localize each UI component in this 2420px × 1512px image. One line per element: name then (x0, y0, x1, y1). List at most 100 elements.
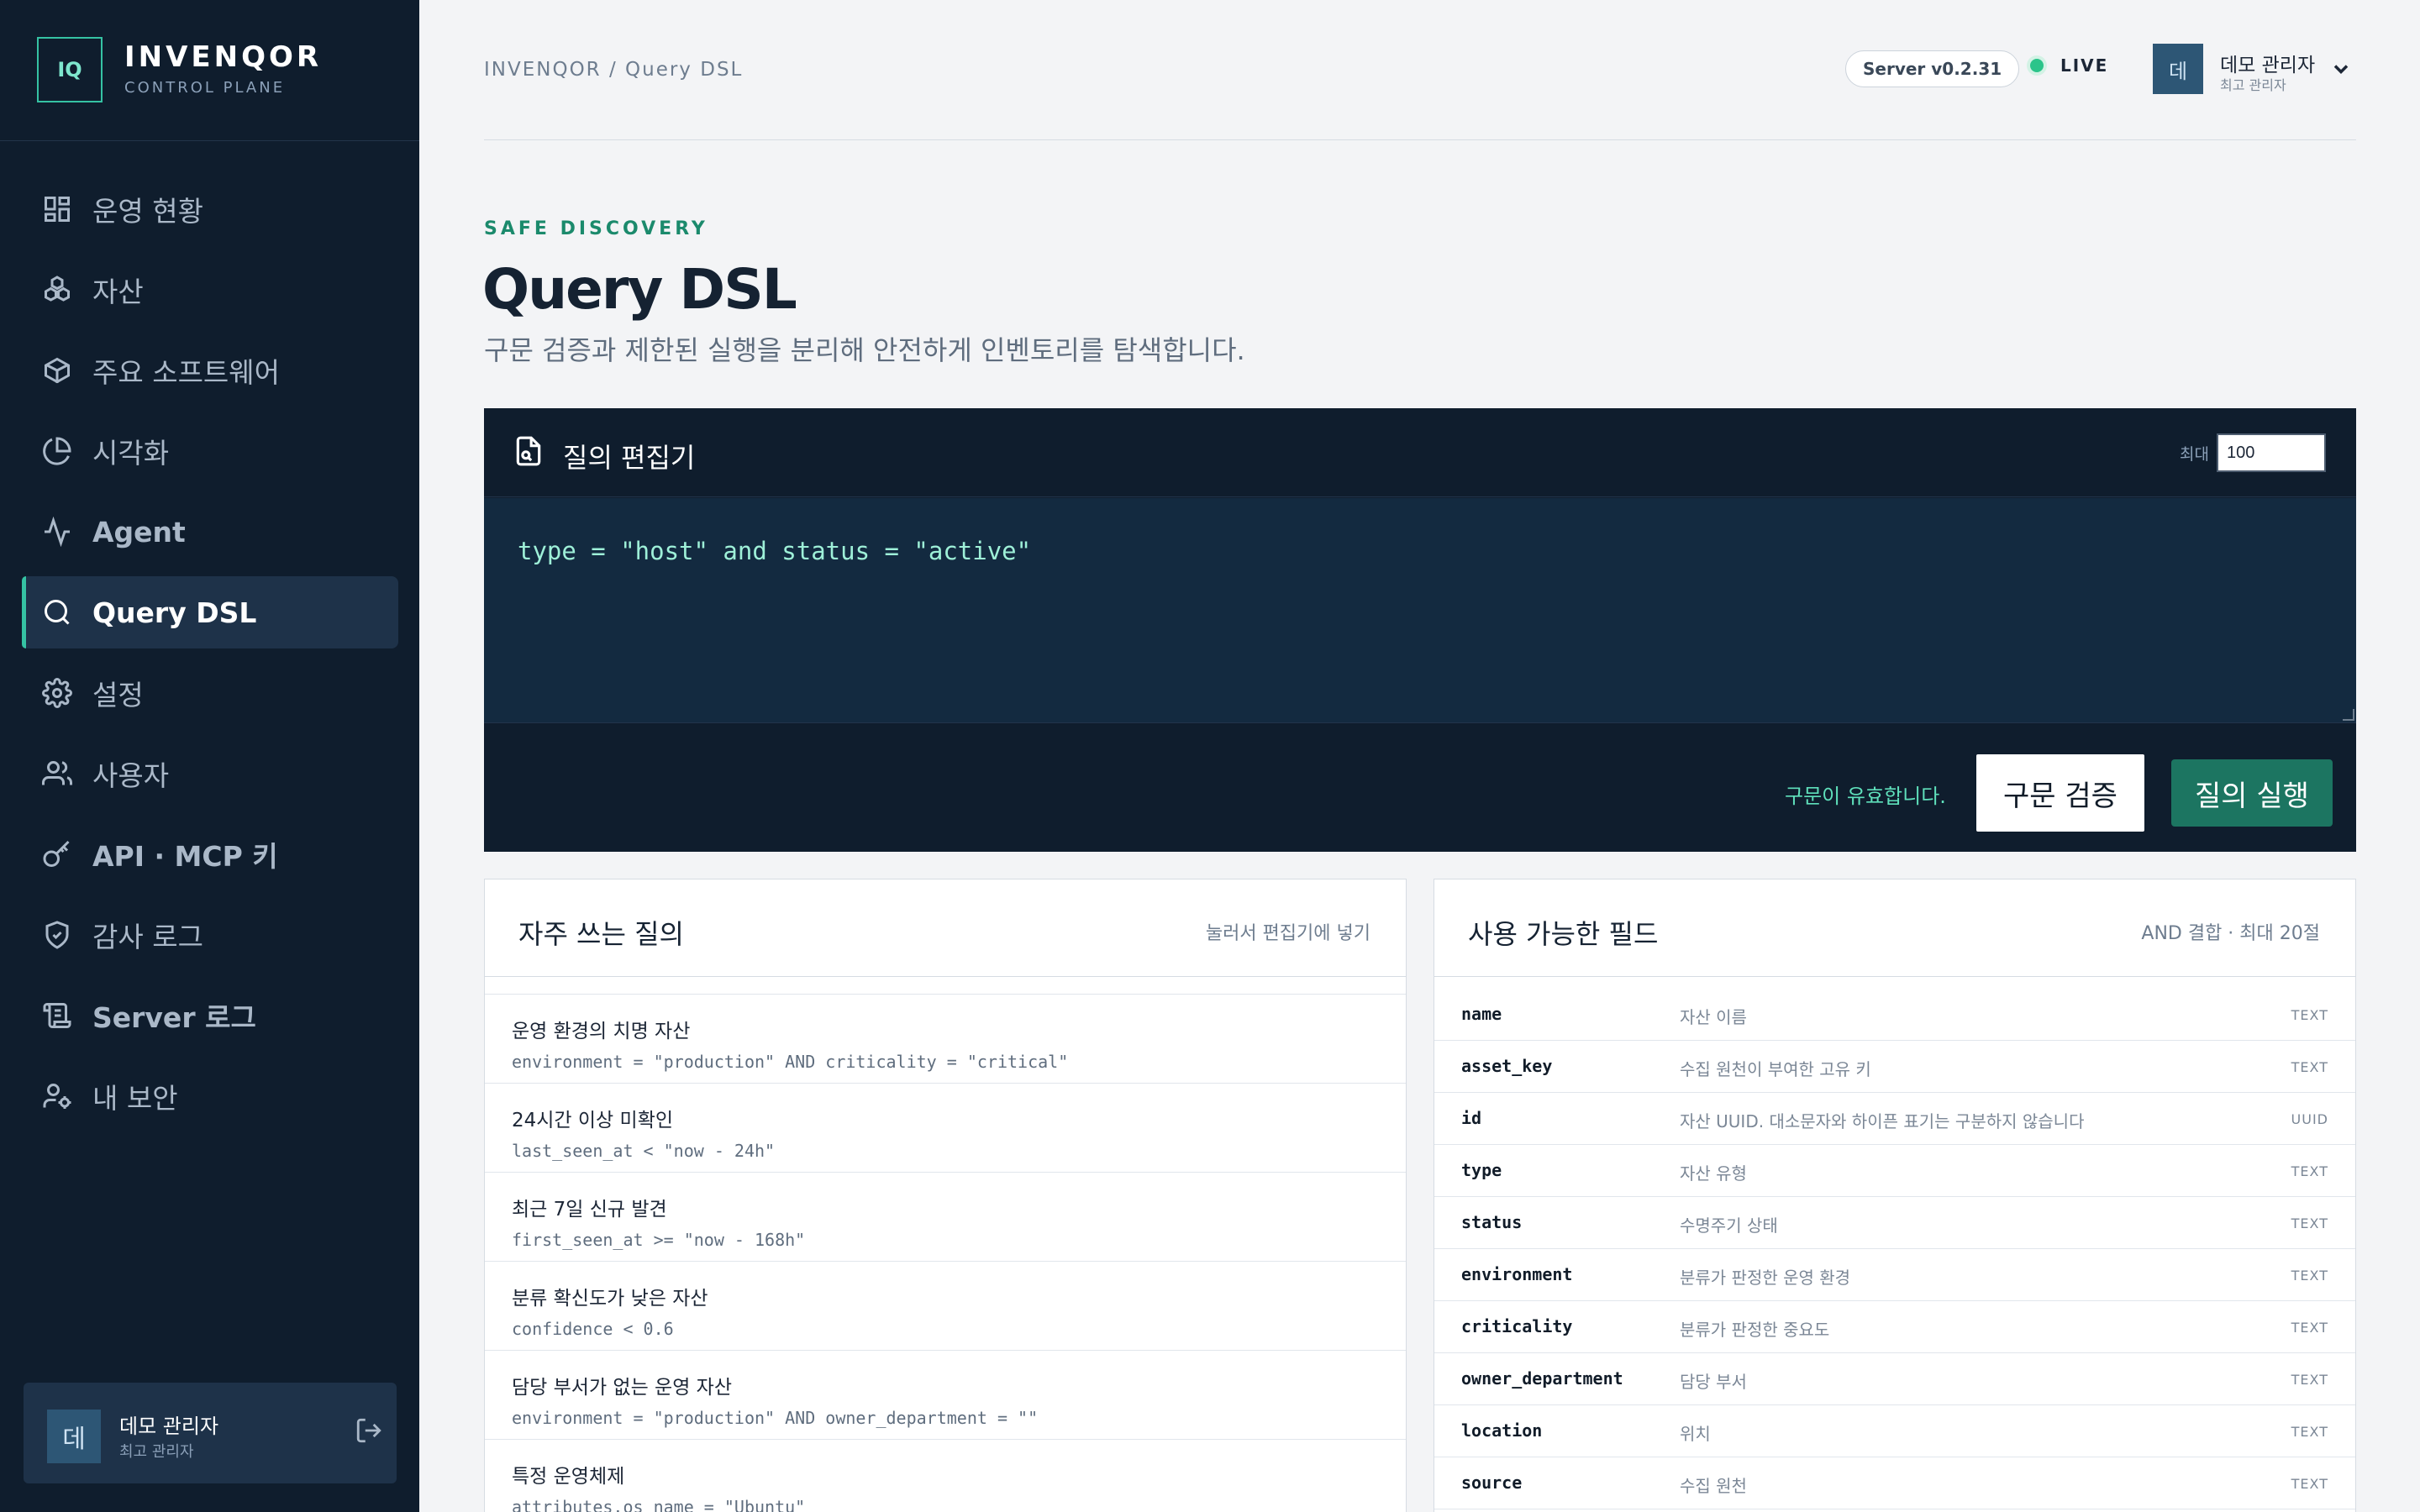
query-textarea[interactable]: type = "host" and status = "active" (484, 498, 2356, 723)
page-title: Query DSL (482, 257, 797, 322)
field-description: 수집 원천 (1680, 1476, 1747, 1496)
nav-item-my-security[interactable]: 내 보안 (22, 1060, 398, 1132)
server-version-badge: Server v0.2.31 (1845, 50, 2020, 87)
field-name: id (1461, 1108, 1482, 1128)
query-list: 운영 환경의 치명 자산 environment = "production" … (485, 994, 1406, 1512)
avatar: 데 (47, 1410, 101, 1463)
list-item[interactable]: 담당 부서가 없는 운영 자산 environment = "productio… (485, 1350, 1406, 1439)
list-item[interactable]: 24시간 이상 미확인 last_seen_at < "now - 24h" (485, 1083, 1406, 1172)
field-name: environment (1461, 1264, 1573, 1284)
nav-item-assets[interactable]: 자산 (22, 254, 398, 326)
available-fields-panel: 사용 가능한 필드 AND 결합 · 최대 20절 name 자산 이름 TEX… (1434, 879, 2356, 1512)
panel-header: 사용 가능한 필드 AND 결합 · 최대 20절 (1434, 879, 2355, 977)
shield-icon (40, 918, 74, 952)
table-row: owner_department 담당 부서 TEXT (1434, 1353, 2355, 1405)
query-expression: first_seen_at >= "now - 168h" (512, 1230, 806, 1250)
list-item[interactable]: 최근 7일 신규 발견 first_seen_at >= "now - 168h… (485, 1172, 1406, 1261)
brand-subtitle: CONTROL PLANE (124, 79, 286, 97)
field-type: TEXT (2291, 1424, 2328, 1440)
resize-handle[interactable] (2343, 709, 2354, 721)
logout-icon[interactable] (355, 1416, 388, 1450)
field-description: 자산 UUID. 대소문자와 하이픈 표기는 구분하지 않습니다 (1680, 1111, 2085, 1131)
query-editor: 질의 편집기 최대 type = "host" and status = "ac… (484, 408, 2356, 852)
page-eyebrow: SAFE DISCOVERY (484, 218, 708, 239)
key-icon (40, 837, 74, 871)
nav-label: Server 로그 (92, 1001, 256, 1034)
chevron-down-icon[interactable] (2329, 57, 2353, 81)
header-divider (484, 139, 2356, 140)
field-name: name (1461, 1004, 1502, 1024)
nav-item-visualization[interactable]: 시각화 (22, 415, 398, 487)
brand-name: INVENQOR (124, 40, 323, 74)
field-type: TEXT (2291, 1476, 2328, 1492)
validate-button[interactable]: 구문 검증 (1975, 753, 2146, 833)
panel-hint: 눌러서 편집기에 넣기 (1205, 923, 1370, 944)
nav-label: Query DSL (92, 596, 257, 629)
breadcrumb: INVENQOR / Query DSL (484, 59, 744, 81)
avatar: 데 (2153, 44, 2203, 94)
query-label: 분류 확신도가 낮은 자산 (512, 1288, 708, 1310)
table-row: environment 분류가 판정한 운영 환경 TEXT (1434, 1249, 2355, 1301)
field-name: owner_department (1461, 1368, 1623, 1389)
package-icon (40, 354, 74, 387)
nav-item-users[interactable]: 사용자 (22, 738, 398, 810)
field-type: UUID (2291, 1111, 2328, 1127)
nav-item-server-log[interactable]: Server 로그 (22, 979, 398, 1052)
query-label: 운영 환경의 치명 자산 (512, 1021, 691, 1042)
field-name: location (1461, 1420, 1543, 1441)
nav-label: API · MCP 키 (92, 840, 278, 873)
brand: IQ INVENQOR CONTROL PLANE (0, 0, 419, 141)
query-expression: attributes.os_name = "Ubuntu" (512, 1497, 806, 1512)
field-table: name 자산 이름 TEXT asset_key 수집 원천이 부여한 고유 … (1434, 989, 2355, 1509)
panel-hint: AND 결합 · 최대 20절 (2141, 923, 2320, 944)
nav-item-dashboard[interactable]: 운영 현황 (22, 173, 398, 245)
nav-item-agent[interactable]: Agent (22, 496, 398, 568)
panel-title: 사용 가능한 필드 (1468, 918, 1659, 950)
field-description: 자산 유형 (1680, 1163, 1747, 1184)
validation-message: 구문이 유효합니다. (1785, 785, 1946, 808)
table-row: criticality 분류가 판정한 중요도 TEXT (1434, 1301, 2355, 1353)
panel-title: 자주 쓰는 질의 (518, 918, 684, 950)
nav-label: 운영 현황 (92, 195, 203, 228)
status-label: LIVE (2060, 55, 2109, 76)
table-row: location 위치 TEXT (1434, 1405, 2355, 1457)
nav-item-api-keys[interactable]: API · MCP 키 (22, 818, 398, 890)
field-description: 자산 이름 (1680, 1007, 1747, 1027)
query-expression: last_seen_at < "now - 24h" (512, 1141, 776, 1161)
list-item[interactable]: 분류 확신도가 낮은 자산 confidence < 0.6 (485, 1261, 1406, 1350)
query-label: 최근 7일 신규 발견 (512, 1199, 667, 1221)
user-menu[interactable]: 데 데모 관리자 최고 관리자 (2153, 44, 2354, 94)
limit-input[interactable] (2217, 433, 2326, 472)
file-search-icon (513, 435, 546, 469)
field-type: TEXT (2291, 1215, 2328, 1231)
search-icon (40, 596, 74, 629)
nav-label: 내 보안 (92, 1082, 178, 1115)
user-name: 데모 관리자 (2220, 55, 2316, 76)
query-expression: confidence < 0.6 (512, 1319, 674, 1339)
nav-item-settings[interactable]: 설정 (22, 657, 398, 729)
field-type: TEXT (2291, 1163, 2328, 1179)
query-text: type = "host" and status = "active" (518, 537, 1032, 565)
field-type: TEXT (2291, 1059, 2328, 1075)
nav-label: 시각화 (92, 437, 170, 470)
page-subtitle: 구문 검증과 제한된 실행을 분리해 안전하게 인벤토리를 탐색합니다. (484, 334, 1245, 366)
activity-icon (40, 515, 74, 549)
field-description: 분류가 판정한 운영 환경 (1680, 1268, 1851, 1288)
brand-logo[interactable]: IQ (37, 37, 103, 102)
field-name: source (1461, 1473, 1523, 1493)
user-role: 최고 관리자 (2220, 77, 2286, 93)
field-description: 위치 (1680, 1424, 1711, 1444)
field-description: 수명주기 상태 (1680, 1215, 1778, 1236)
user-security-icon (40, 1079, 74, 1113)
nav-item-query-dsl[interactable]: Query DSL (22, 576, 398, 648)
nav-label: 주요 소프트웨어 (92, 356, 281, 389)
list-item[interactable]: 운영 환경의 치명 자산 environment = "production" … (485, 994, 1406, 1083)
nav-item-audit-log[interactable]: 감사 로그 (22, 899, 398, 971)
query-label: 24시간 이상 미확인 (512, 1110, 674, 1131)
nav-item-software[interactable]: 주요 소프트웨어 (22, 334, 398, 407)
user-role: 최고 관리자 (119, 1443, 194, 1461)
field-name: type (1461, 1160, 1502, 1180)
list-item[interactable]: 특정 운영체제 attributes.os_name = "Ubuntu" (485, 1439, 1406, 1512)
sidebar-user-card: 데 데모 관리자 최고 관리자 (24, 1383, 397, 1483)
run-query-button[interactable]: 질의 실행 (2171, 759, 2333, 827)
